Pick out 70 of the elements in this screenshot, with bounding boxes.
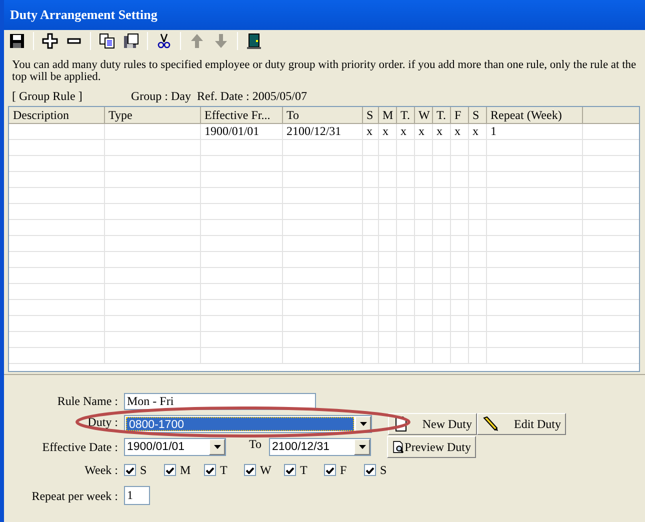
new-duty-button[interactable]: New Duty — [388, 413, 477, 435]
plus-icon[interactable] — [40, 31, 60, 51]
to-label: To — [248, 436, 262, 453]
date-value: 1900/01/01 — [126, 440, 186, 455]
group-label: Group : Day — [131, 88, 191, 105]
day-label: S — [380, 462, 387, 479]
column-header[interactable]: To — [282, 107, 362, 123]
repeat-label: Repeat per week : — [30, 488, 119, 504]
rule-scope-label: [ Group Rule ] — [12, 88, 84, 105]
checkbox[interactable] — [324, 464, 336, 476]
column-header[interactable]: Effective Fr... — [200, 107, 282, 123]
table-cell: 1 — [490, 124, 496, 138]
save-icon[interactable] — [7, 31, 27, 51]
day-label: T — [300, 462, 308, 479]
magnifier-page-icon — [392, 439, 405, 455]
day-label: S — [140, 462, 147, 479]
date-dropdown[interactable]: 1900/01/01 — [124, 438, 226, 456]
checkbox[interactable] — [204, 464, 216, 476]
column-header[interactable]: M — [378, 107, 396, 123]
column-header[interactable]: F — [450, 107, 468, 123]
table-cell: x — [382, 124, 388, 138]
day-label: F — [340, 462, 347, 479]
checkbox[interactable] — [284, 464, 296, 476]
caret-icon — [358, 445, 366, 449]
description-text: You can add many duty rules to specified employee or duty group with priority order. if you add more than one rule, only the rule at the top will be applied. — [12, 59, 637, 83]
repeat-field[interactable]: 1 — [124, 486, 150, 505]
week-label: Week : — [84, 462, 119, 479]
rule-name-label: Rule Name : — [56, 393, 119, 410]
ref-date-label: Ref. Date : 2005/05/07 — [197, 88, 307, 105]
date-dropdown[interactable]: 2100/12/31 — [269, 438, 371, 456]
column-header[interactable]: Description — [9, 107, 104, 123]
checkbox[interactable] — [164, 464, 176, 476]
column-header[interactable]: Type — [104, 107, 200, 123]
day-label: M — [180, 462, 191, 479]
column-header[interactable]: T. — [396, 107, 414, 123]
table-cell: 1900/01/01 — [204, 124, 260, 138]
table-cell: x — [436, 124, 442, 138]
pencil-icon — [482, 416, 498, 432]
day-label: T — [220, 462, 228, 479]
floppy-page-icon[interactable] — [121, 31, 141, 51]
duty-label: Duty : — [86, 414, 119, 431]
column-header[interactable]: Repeat (Week) — [486, 107, 582, 123]
table-cell: x — [454, 124, 460, 138]
table-cell: x — [366, 124, 372, 138]
dropdown-button[interactable] — [209, 439, 225, 455]
table-cell: x — [472, 124, 478, 138]
checkbox[interactable] — [244, 464, 256, 476]
duty-value: 0800-1700 — [126, 417, 354, 431]
column-header[interactable]: S — [362, 107, 378, 123]
date-value: 2100/12/31 — [271, 440, 331, 455]
table-cell: x — [400, 124, 406, 138]
column-header[interactable]: T. — [432, 107, 450, 123]
edit-duty-button[interactable]: Edit Duty — [477, 413, 566, 435]
effective-date-label: Effective Date : — [41, 439, 119, 456]
preview-duty-button[interactable]: Preview Duty — [387, 436, 476, 458]
table-cell: 2100/12/31 — [286, 124, 342, 138]
dropdown-button[interactable] — [355, 416, 371, 432]
door-icon[interactable] — [244, 31, 264, 51]
checkbox[interactable] — [124, 464, 136, 476]
column-header[interactable]: S — [468, 107, 486, 123]
copy-icon[interactable] — [97, 31, 117, 51]
checkbox[interactable] — [364, 464, 376, 476]
dropdown-button[interactable] — [354, 439, 370, 455]
day-label: W — [260, 462, 272, 479]
table-cell: x — [418, 124, 424, 138]
window-title: Duty Arrangement Setting — [10, 6, 158, 24]
duty-dropdown[interactable]: 0800-1700 — [124, 415, 372, 433]
caret-icon — [360, 422, 366, 426]
column-header[interactable]: W — [414, 107, 432, 123]
caret-icon — [214, 445, 220, 449]
